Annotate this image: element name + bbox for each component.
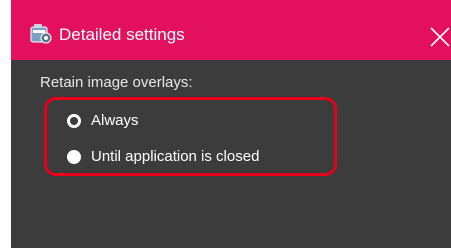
radio-unchecked-icon[interactable] — [67, 150, 81, 164]
option-until-closed-label: Until application is closed — [91, 148, 260, 165]
radio-checked-icon[interactable] — [67, 114, 81, 128]
detailed-settings-window: Detailed settings Retain image overlays:… — [11, 0, 451, 248]
settings-app-icon — [30, 24, 52, 44]
option-always-label: Always — [91, 112, 139, 129]
retain-overlays-label: Retain image overlays: — [40, 74, 193, 91]
title-bar: Detailed settings — [11, 0, 451, 60]
close-button[interactable] — [429, 20, 451, 50]
window-title: Detailed settings — [59, 25, 185, 44]
close-icon — [430, 27, 450, 47]
